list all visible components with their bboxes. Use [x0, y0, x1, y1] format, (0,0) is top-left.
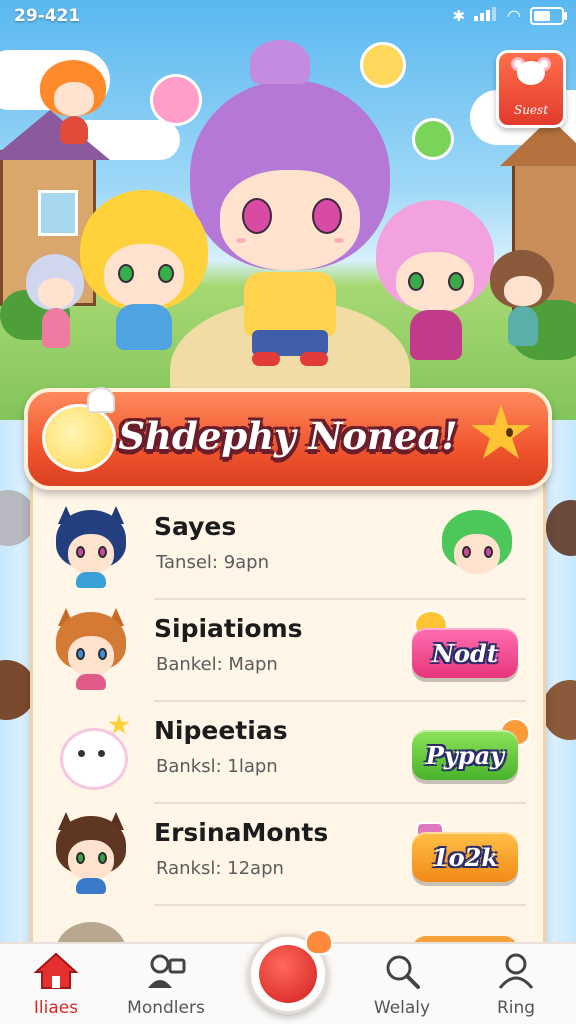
hero-scene — [0, 0, 576, 420]
search-icon — [386, 955, 420, 989]
nav-label: Ring — [496, 998, 536, 1018]
side-chibi — [546, 500, 576, 556]
player-name: ErsinaMonts — [154, 818, 329, 847]
player-name: Nipeetias — [154, 716, 288, 745]
avatar[interactable] — [52, 506, 130, 588]
signal-icon — [474, 6, 498, 25]
list-item[interactable]: Nipeetias Banksl: 1lapn Pypay — [42, 704, 532, 804]
avatar[interactable] — [52, 608, 130, 690]
player-status: Tansel: 9apn — [156, 552, 270, 573]
battery-icon — [530, 6, 567, 25]
shoe — [300, 352, 328, 366]
chef-hat-icon — [87, 387, 115, 413]
nav-item-home[interactable]: Iliaes — [6, 952, 106, 1018]
nav-item-members[interactable]: Mondlers — [116, 952, 216, 1018]
player-status: Banksl: 1lapn — [156, 756, 278, 777]
side-chibi — [542, 680, 576, 740]
divider — [154, 904, 526, 906]
wifi-icon: ◠ — [507, 6, 521, 25]
heart-icon — [305, 929, 333, 955]
status-bar: 29-421 ✱ ◠ — [0, 0, 576, 34]
nav-item-profile[interactable]: Ring — [466, 952, 566, 1018]
pypay-button[interactable]: Pypay — [412, 730, 518, 780]
play-mascot-button[interactable] — [248, 929, 333, 1014]
status-icons: ✱ ◠ — [452, 6, 567, 25]
player-status: Ranksl: 12apn — [156, 858, 284, 879]
1o2k-button[interactable]: 1o2k — [412, 832, 518, 882]
chef-mascot-icon — [42, 387, 116, 472]
members-icon — [148, 954, 186, 988]
list-item[interactable]: Sayes Tansel: 9apn — [42, 500, 532, 600]
list-item[interactable]: Sipiatioms Bankel: Mapn Nodt — [42, 602, 532, 702]
friend-avatar[interactable] — [438, 510, 518, 592]
chibi-pink-hair — [376, 200, 496, 370]
divider — [154, 802, 526, 804]
chibi-silver-hair — [26, 254, 86, 354]
mouse-icon — [517, 61, 545, 85]
chibi-blonde-catgirl — [80, 190, 210, 370]
play-mascot-icon — [259, 945, 317, 1003]
player-name: Sipiatioms — [154, 614, 303, 643]
nav-item-search[interactable]: Welaly — [352, 952, 452, 1018]
quest-button[interactable]: Suest — [496, 50, 566, 128]
green-creature-icon — [412, 118, 454, 160]
player-status: Bankel: Mapn — [156, 654, 278, 675]
chibi-orange-hair — [40, 60, 110, 150]
avatar[interactable] — [52, 812, 130, 894]
chibi-brown-hair — [490, 250, 556, 354]
nav-label: Mondlers — [127, 998, 205, 1018]
nav-label: Welaly — [373, 998, 431, 1018]
nodt-button[interactable]: Nodt — [412, 628, 518, 678]
shoe — [252, 352, 280, 366]
bluetooth-icon: ✱ — [452, 6, 466, 25]
divider — [154, 700, 526, 702]
star-mascot-icon — [470, 404, 532, 464]
bottom-nav: Iliaes Mondlers Welaly Ring — [0, 929, 576, 1024]
profile-icon — [498, 953, 534, 989]
list-item[interactable]: ErsinaMonts Ranksl: 12apn 1o2k — [42, 806, 532, 906]
hair-bow — [250, 40, 310, 84]
status-time: 29-421 — [14, 6, 81, 26]
ghost-bunny-icon — [60, 728, 128, 790]
window — [38, 190, 78, 236]
avatar[interactable] — [52, 714, 130, 792]
quest-label: Suest — [513, 103, 549, 117]
nav-label: Iliaes — [33, 998, 79, 1018]
chibi-purple-hair-hero — [180, 40, 400, 380]
divider — [154, 598, 526, 600]
player-name: Sayes — [154, 512, 237, 541]
home-icon — [33, 952, 79, 989]
